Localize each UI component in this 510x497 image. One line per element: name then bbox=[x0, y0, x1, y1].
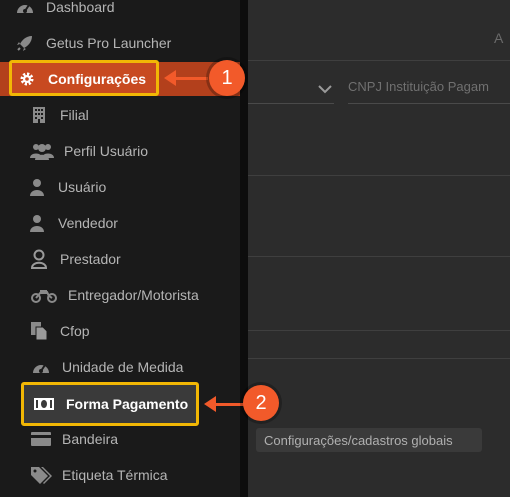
callout-2-arrow bbox=[214, 403, 244, 406]
motorcycle-icon bbox=[30, 285, 58, 305]
money-icon bbox=[32, 394, 56, 414]
sidebar-item-getus-pro-launcher[interactable]: Getus Pro Launcher bbox=[0, 26, 254, 60]
sidebar-item-usuario[interactable]: Usuário bbox=[0, 170, 266, 204]
credit-card-icon bbox=[30, 429, 52, 449]
tooltip: Configurações/cadastros globais bbox=[256, 428, 482, 452]
building-icon bbox=[28, 105, 50, 125]
sidebar-item-label: Cfop bbox=[60, 323, 90, 339]
divider-line bbox=[248, 256, 510, 257]
sidebar-item-label: Configurações bbox=[48, 71, 147, 87]
user-icon bbox=[26, 213, 48, 233]
sidebar-item-label: Unidade de Medida bbox=[62, 359, 184, 375]
copy-icon bbox=[28, 321, 50, 341]
sidebar-item-label: Entregador/Motorista bbox=[68, 287, 199, 303]
sidebar-item-cfop[interactable]: Cfop bbox=[0, 314, 268, 348]
cnpj-input[interactable]: CNPJ Instituição Pagam bbox=[348, 74, 510, 104]
sidebar-item-label: Dashboard bbox=[46, 0, 115, 15]
gear-icon bbox=[16, 69, 38, 89]
sidebar-item-label: Filial bbox=[60, 107, 89, 123]
callout-2-badge: 2 bbox=[243, 385, 279, 421]
user-outline-icon bbox=[28, 249, 50, 269]
divider-line bbox=[248, 175, 510, 176]
sidebar-item-bandeira[interactable]: Bandeira bbox=[0, 422, 270, 456]
divider-line bbox=[248, 358, 510, 359]
gauge-icon bbox=[30, 357, 52, 377]
sidebar-item-label: Usuário bbox=[58, 179, 107, 195]
rocket-icon bbox=[14, 33, 36, 53]
chevron-down-icon bbox=[318, 85, 332, 94]
sidebar-item-label: Prestador bbox=[60, 251, 121, 267]
tags-icon bbox=[30, 465, 52, 485]
sidebar-item-entregador-motorista[interactable]: Entregador/Motorista bbox=[0, 278, 270, 312]
sidebar-item-vendedor[interactable]: Vendedor bbox=[0, 206, 266, 240]
sidebar-item-dashboard[interactable]: Dashboard bbox=[0, 0, 254, 24]
users-icon bbox=[30, 141, 54, 161]
sidebar: Dashboard Getus Pro Launcher Configuraçõ… bbox=[0, 0, 250, 497]
callout-1-arrow bbox=[174, 77, 208, 80]
sidebar-item-label: Etiqueta Térmica bbox=[62, 467, 168, 483]
main-content: A CNPJ Instituição Pagam bbox=[248, 0, 510, 497]
sidebar-item-perfil-usuario[interactable]: Perfil Usuário bbox=[0, 134, 270, 168]
sidebar-item-etiqueta-termica[interactable]: Etiqueta Térmica bbox=[0, 458, 270, 492]
sidebar-item-prestador[interactable]: Prestador bbox=[0, 242, 268, 276]
sidebar-item-unidade-de-medida[interactable]: Unidade de Medida bbox=[0, 350, 270, 384]
select-dropdown[interactable] bbox=[248, 74, 334, 104]
sidebar-item-filial[interactable]: Filial bbox=[0, 98, 268, 132]
corner-text: A bbox=[494, 30, 504, 46]
sidebar-item-label: Bandeira bbox=[62, 431, 119, 447]
divider-line bbox=[248, 330, 510, 331]
divider-line bbox=[248, 60, 510, 61]
sidebar-item-label: Perfil Usuário bbox=[64, 143, 149, 159]
user-icon bbox=[26, 177, 48, 197]
callout-1-badge: 1 bbox=[209, 60, 245, 96]
sidebar-item-label: Vendedor bbox=[58, 215, 118, 231]
sidebar-item-label: Forma Pagamento bbox=[66, 396, 189, 412]
sidebar-item-label: Getus Pro Launcher bbox=[46, 35, 172, 51]
dashboard-icon bbox=[14, 0, 36, 17]
